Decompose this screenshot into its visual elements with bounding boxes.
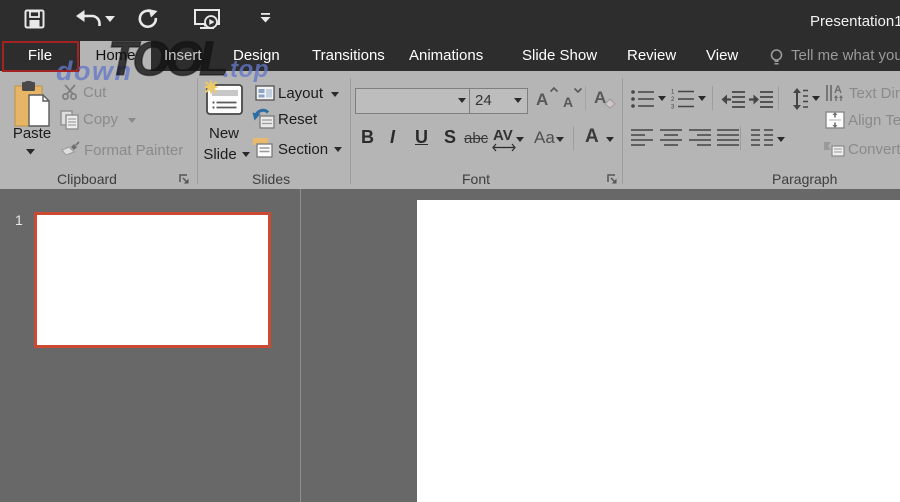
svg-text:2: 2: [671, 97, 675, 103]
svg-text:A: A: [834, 84, 842, 96]
svg-text:1: 1: [671, 90, 675, 96]
